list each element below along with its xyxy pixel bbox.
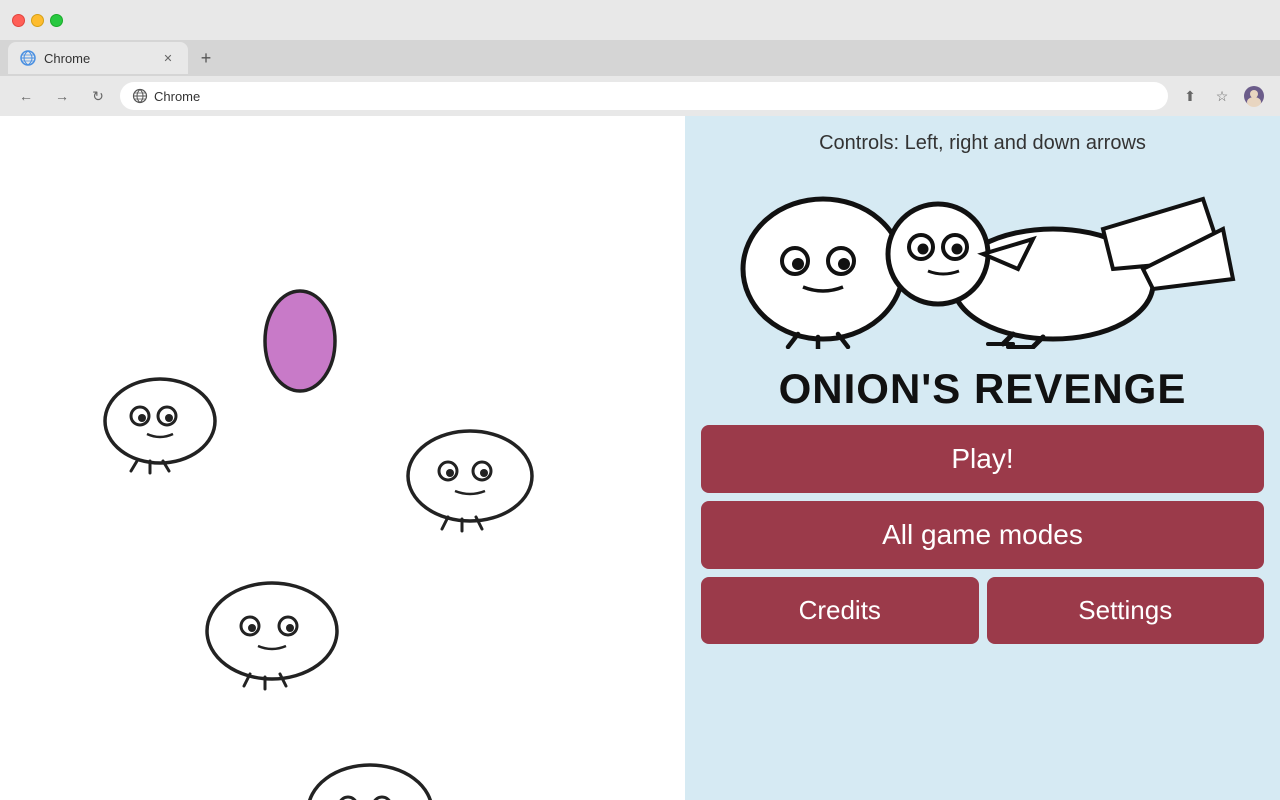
- traffic-lights: [12, 14, 63, 27]
- address-bar[interactable]: Chrome: [120, 82, 1168, 110]
- game-canvas: [0, 116, 685, 800]
- minimize-window-button[interactable]: [31, 14, 44, 27]
- forward-button[interactable]: →: [48, 82, 76, 110]
- tab-bar: Chrome ✕ +: [0, 40, 1280, 76]
- toolbar-right: ⬆ ☆: [1176, 82, 1268, 110]
- maximize-window-button[interactable]: [50, 14, 63, 27]
- browser-chrome: Chrome ✕ + ← → ↻ Chrome ⬆ ☆: [0, 0, 1280, 116]
- back-button[interactable]: ←: [12, 82, 40, 110]
- address-globe-icon: [132, 88, 148, 104]
- game-logo-area: [701, 171, 1264, 357]
- logo-characters-svg: [723, 179, 1243, 349]
- character-3: [200, 571, 345, 696]
- new-tab-button[interactable]: +: [192, 44, 220, 72]
- address-text: Chrome: [154, 89, 200, 104]
- close-window-button[interactable]: [12, 14, 25, 27]
- tab-favicon: [20, 50, 36, 66]
- reload-button[interactable]: ↻: [84, 82, 112, 110]
- share-button[interactable]: ⬆: [1176, 82, 1204, 110]
- controls-text: Controls: Left, right and down arrows: [701, 132, 1264, 155]
- profile-button[interactable]: [1240, 82, 1268, 110]
- character-1: [95, 366, 225, 476]
- bookmark-button[interactable]: ☆: [1208, 82, 1236, 110]
- character-4: [300, 756, 440, 800]
- game-menu: Controls: Left, right and down arrows: [685, 116, 1280, 800]
- tab-close-button[interactable]: ✕: [160, 50, 176, 66]
- all-game-modes-button[interactable]: All game modes: [701, 501, 1264, 569]
- address-bar-row: ← → ↻ Chrome ⬆ ☆: [0, 76, 1280, 116]
- tab-title: Chrome: [44, 51, 152, 66]
- main-content: Controls: Left, right and down arrows: [0, 116, 1280, 800]
- game-title: ONION'S REVENGE: [701, 365, 1264, 413]
- character-2: [400, 421, 540, 541]
- credits-button[interactable]: Credits: [701, 577, 979, 644]
- bottom-buttons-row: Credits Settings: [701, 577, 1264, 644]
- play-button[interactable]: Play!: [701, 425, 1264, 493]
- settings-button[interactable]: Settings: [987, 577, 1265, 644]
- purple-egg: [255, 276, 345, 396]
- title-bar: [0, 0, 1280, 40]
- active-tab[interactable]: Chrome ✕: [8, 42, 188, 74]
